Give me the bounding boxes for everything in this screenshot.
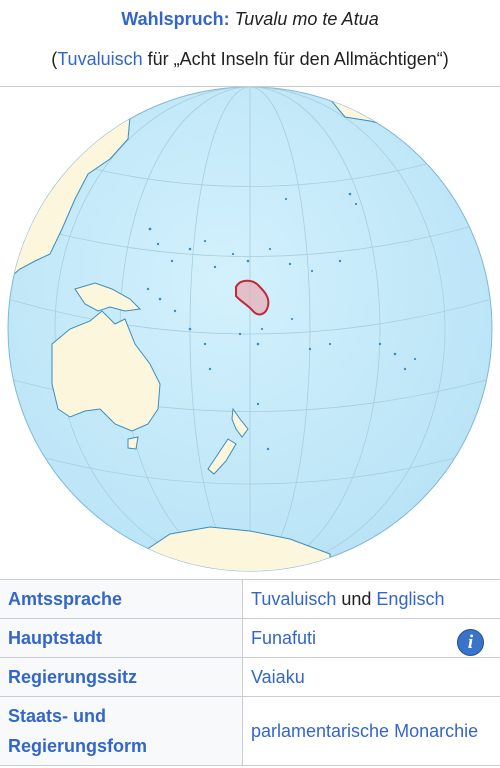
motto-label[interactable]: Wahlspruch:	[121, 9, 229, 29]
regierungssitz-link[interactable]: Regierungssitz	[8, 667, 137, 687]
table-row: Hauptstadt Funafuti	[0, 618, 500, 658]
fact-key: Amtssprache	[0, 580, 243, 619]
vaiaku-link[interactable]: Vaiaku	[251, 667, 305, 687]
staatsform-link-line1[interactable]: Staats- und	[8, 706, 106, 726]
amtssprache-link[interactable]: Amtssprache	[8, 589, 122, 609]
table-row: Staats- und Regierungsform parlamentaris…	[0, 696, 500, 766]
language-link[interactable]: Tuvaluisch	[57, 49, 142, 69]
staatsform-link-line2[interactable]: Regierungsform	[8, 736, 147, 756]
fact-value: parlamentarische Monarchie	[242, 696, 500, 766]
funafuti-link[interactable]: Funafuti	[251, 628, 316, 648]
fact-value: Vaiaku	[242, 657, 500, 697]
fact-key: Hauptstadt	[0, 618, 243, 658]
motto-text: Tuvalu mo te Atua	[234, 9, 379, 29]
info-icon[interactable]: i	[457, 629, 484, 656]
table-row: Amtssprache Tuvaluisch und Englisch	[0, 580, 500, 619]
fact-value: Tuvaluisch und Englisch	[242, 580, 500, 619]
tasmania	[127, 436, 139, 450]
und-text: und	[336, 588, 377, 609]
tuvaluisch-link[interactable]: Tuvaluisch	[251, 589, 336, 609]
monarchie-link[interactable]: parlamentarische Monarchie	[251, 721, 478, 741]
motto-translation: für „Acht Inseln für den Allmächtigen“)	[142, 49, 449, 69]
fact-key: Staats- und Regierungsform	[0, 696, 243, 766]
englisch-link[interactable]: Englisch	[376, 589, 444, 609]
hauptstadt-link[interactable]: Hauptstadt	[8, 628, 102, 648]
motto-header: Wahlspruch: Tuvalu mo te Atua (Tuvaluisc…	[0, 0, 500, 87]
locator-map[interactable]: i	[0, 87, 500, 656]
fact-key: Regierungssitz	[0, 657, 243, 697]
globe-map	[7, 87, 493, 572]
table-row: Regierungssitz Vaiaku	[0, 657, 500, 697]
facts-table: Amtssprache Tuvaluisch und Englisch Haup…	[0, 580, 500, 766]
